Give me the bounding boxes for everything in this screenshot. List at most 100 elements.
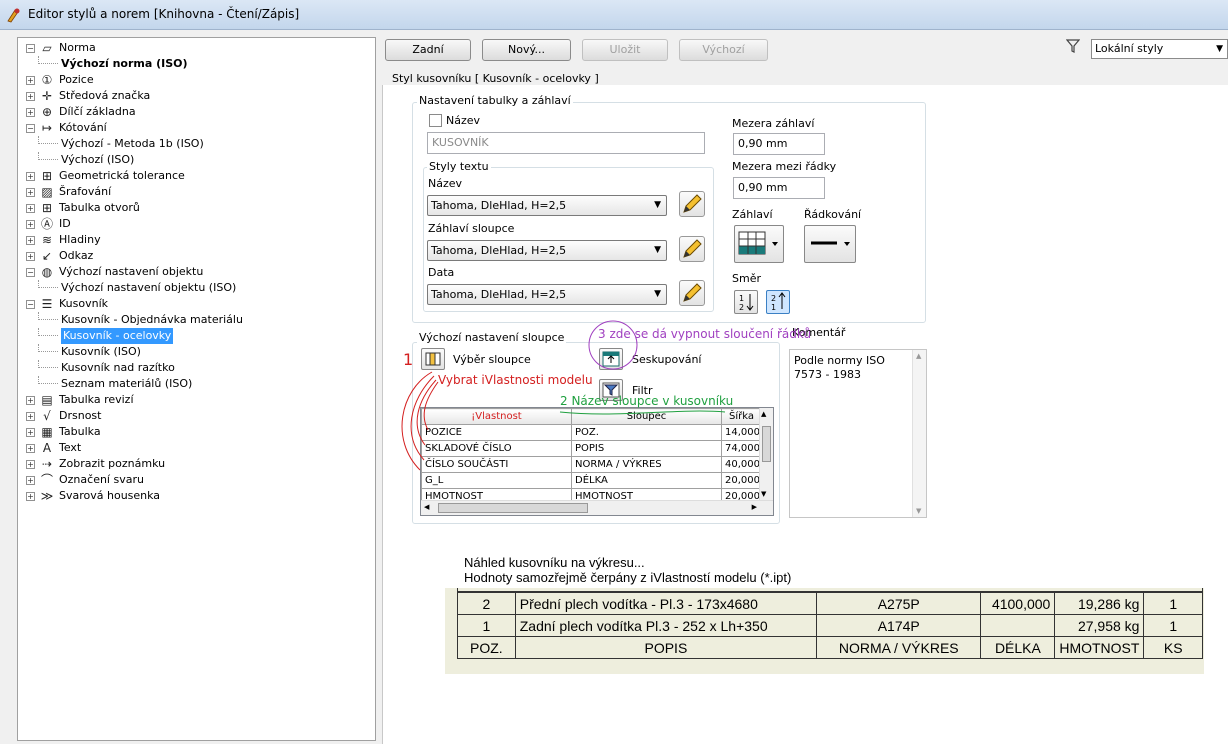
tree-item-label: ID [59,217,71,230]
preview-header-cell: NORMA / VÝKRES [816,636,982,659]
column-header-style-combo[interactable]: Tahoma, DleHlad, H=2,5 ▼ [427,240,667,261]
tree-item-label: Pozice [59,73,94,86]
preview-header-cell: HMOTNOST [1054,636,1145,659]
dimension-icon: ↦ [41,121,53,135]
default-button[interactable]: Výchozí [679,39,768,61]
name-style-combo[interactable]: Tahoma, DleHlad, H=2,5 ▼ [427,195,667,216]
expand-icon[interactable]: + [26,76,35,85]
header-gap-input[interactable]: 0,90 mm [733,133,825,155]
expand-icon[interactable]: + [26,92,35,101]
preview-row: 2 Přední plech vodítka - Pl.3 - 173x4680 A… [457,592,1203,615]
collapse-icon[interactable]: − [26,300,35,309]
window-title: Editor stylů a norem [Knihovna - Čtení/Z… [28,7,300,21]
tree-item-label: Kótování [59,121,107,134]
line-spacing-button[interactable] [804,225,856,263]
tree-item-label: Tabulka otvorů [59,201,140,214]
expand-icon[interactable]: + [26,460,35,469]
center-mark-icon: ✛ [41,89,53,103]
preview-cell: 19,286 kg [1054,592,1145,615]
app-icon [7,8,20,23]
back-button[interactable]: Zadní [385,39,471,61]
preview-cell: Přední plech vodítka - Pl.3 - 173x4680 [514,592,818,615]
expand-icon[interactable]: + [26,204,35,213]
expand-icon[interactable]: + [26,396,35,405]
edit-data-style-button[interactable] [679,280,705,306]
pencil-icon [683,283,702,302]
expand-icon[interactable]: + [26,220,35,229]
expand-icon[interactable]: + [26,428,35,437]
style-heading: Styl kusovníku [ Kusovník - ocelovky ] [392,72,599,85]
name-input[interactable]: KUSOVNÍK [427,132,705,154]
expand-icon[interactable]: + [26,172,35,181]
pencil-icon [683,239,702,258]
preview-cell: Zadní plech vodítka Pl.3 - 252 x Lh+350 [514,614,818,637]
line-spacing-label: Řádkování [804,208,862,221]
tree-item-label: Tabulka [59,425,101,438]
data-style-combo[interactable]: Tahoma, DleHlad, H=2,5 ▼ [427,284,667,305]
edit-name-style-button[interactable] [679,191,705,217]
tree-item-label: Norma [59,41,96,54]
tree-item-label: Kusovník - ocelovky [61,328,174,344]
tree-connector [38,56,58,64]
expand-icon[interactable]: + [26,476,35,485]
horizontal-scrollbar[interactable]: ◀ ▶ [421,500,773,515]
expand-icon[interactable]: + [26,236,35,245]
chevron-down-icon: ▼ [1216,44,1223,54]
expand-icon[interactable]: + [26,108,35,117]
tree-item-label: Geometrická tolerance [59,169,185,182]
annotation-strokes [401,320,726,471]
preview-caption-line1: Náhled kusovníku na výkresu... [464,555,645,570]
tree-connector [38,152,58,160]
preview-header-row: POZ. POPIS NORMA / VÝKRES DÉLKA HMOTNOST KS [457,636,1203,659]
tree-item-label: Svarová housenka [59,489,161,502]
edit-column-header-style-button[interactable] [679,236,705,262]
preview-header-cell: POZ. [457,636,516,659]
tree-item-label: Označení svaru [59,473,144,486]
preview-cell: 1 [457,614,516,637]
expand-icon[interactable]: + [26,492,35,501]
id-icon: Ⓐ [40,217,53,231]
expand-icon[interactable]: + [26,252,35,261]
tree-item-label: Drsnost [59,409,102,422]
expand-icon[interactable]: + [26,412,35,421]
collapse-icon[interactable]: − [26,268,35,277]
tree-item-label: Šrafování [59,185,112,198]
leader-icon: ↙ [41,249,53,263]
title-bar: Editor stylů a norem [Knihovna - Čtení/Z… [0,0,1228,30]
tree-connector [38,136,58,144]
expand-icon[interactable]: + [26,444,35,453]
preview-cell: 1 [1143,592,1203,615]
name-checkbox[interactable] [429,114,442,127]
tree-item-label: Text [59,441,82,454]
style-filter-dropdown[interactable]: Lokální styly ▼ [1091,39,1228,59]
datum-icon: ⊕ [41,105,53,119]
text-styles-label: Styly textu [427,160,491,173]
expand-icon[interactable]: + [26,188,35,197]
tree-item-label: Seznam materiálů (ISO) [61,377,193,390]
collapse-icon[interactable]: − [26,44,35,53]
collapse-icon[interactable]: − [26,124,35,133]
new-button[interactable]: Nový... [482,39,571,61]
name-style-label: Název [428,177,463,190]
revision-table-icon: ▤ [41,393,53,407]
tree-item-label: Tabulka revizí [59,393,134,406]
line-gap-label: Mezera mezi řádky [732,160,837,173]
preview-row: 1 Zadní plech vodítka Pl.3 - 252 x Lh+350… [457,614,1203,637]
globe-icon: ◍ [41,265,53,279]
tree-item-label: Výchozí nastavení objektu (ISO) [61,281,237,294]
preview-cell: A174P [816,614,982,637]
save-button[interactable]: Uložit [582,39,668,61]
line-weight-icon [811,241,850,246]
style-tree[interactable]: − ▱ Norma Výchozí norma (ISO) + ① Pozice + ✛ Stře… [17,37,376,741]
direction-down-button[interactable]: 1 2 [734,290,758,314]
tree-item-label: Kusovník nad razítko [61,361,175,374]
line-gap-input[interactable]: 0,90 mm [733,177,825,199]
direction-up-button[interactable]: 2 1 [766,290,790,314]
annotation-select-properties: Vybrat iVlastnosti modelu [438,373,593,387]
header-position-button[interactable] [734,225,784,263]
weld-bead-icon: ≫ [40,489,54,503]
table-icon: ▦ [41,425,53,439]
svg-text:2: 2 [771,294,776,303]
table-settings-label: Nastavení tabulky a záhlaví [417,94,573,107]
comment-scrollbar[interactable]: ▲ ▼ [912,350,926,517]
